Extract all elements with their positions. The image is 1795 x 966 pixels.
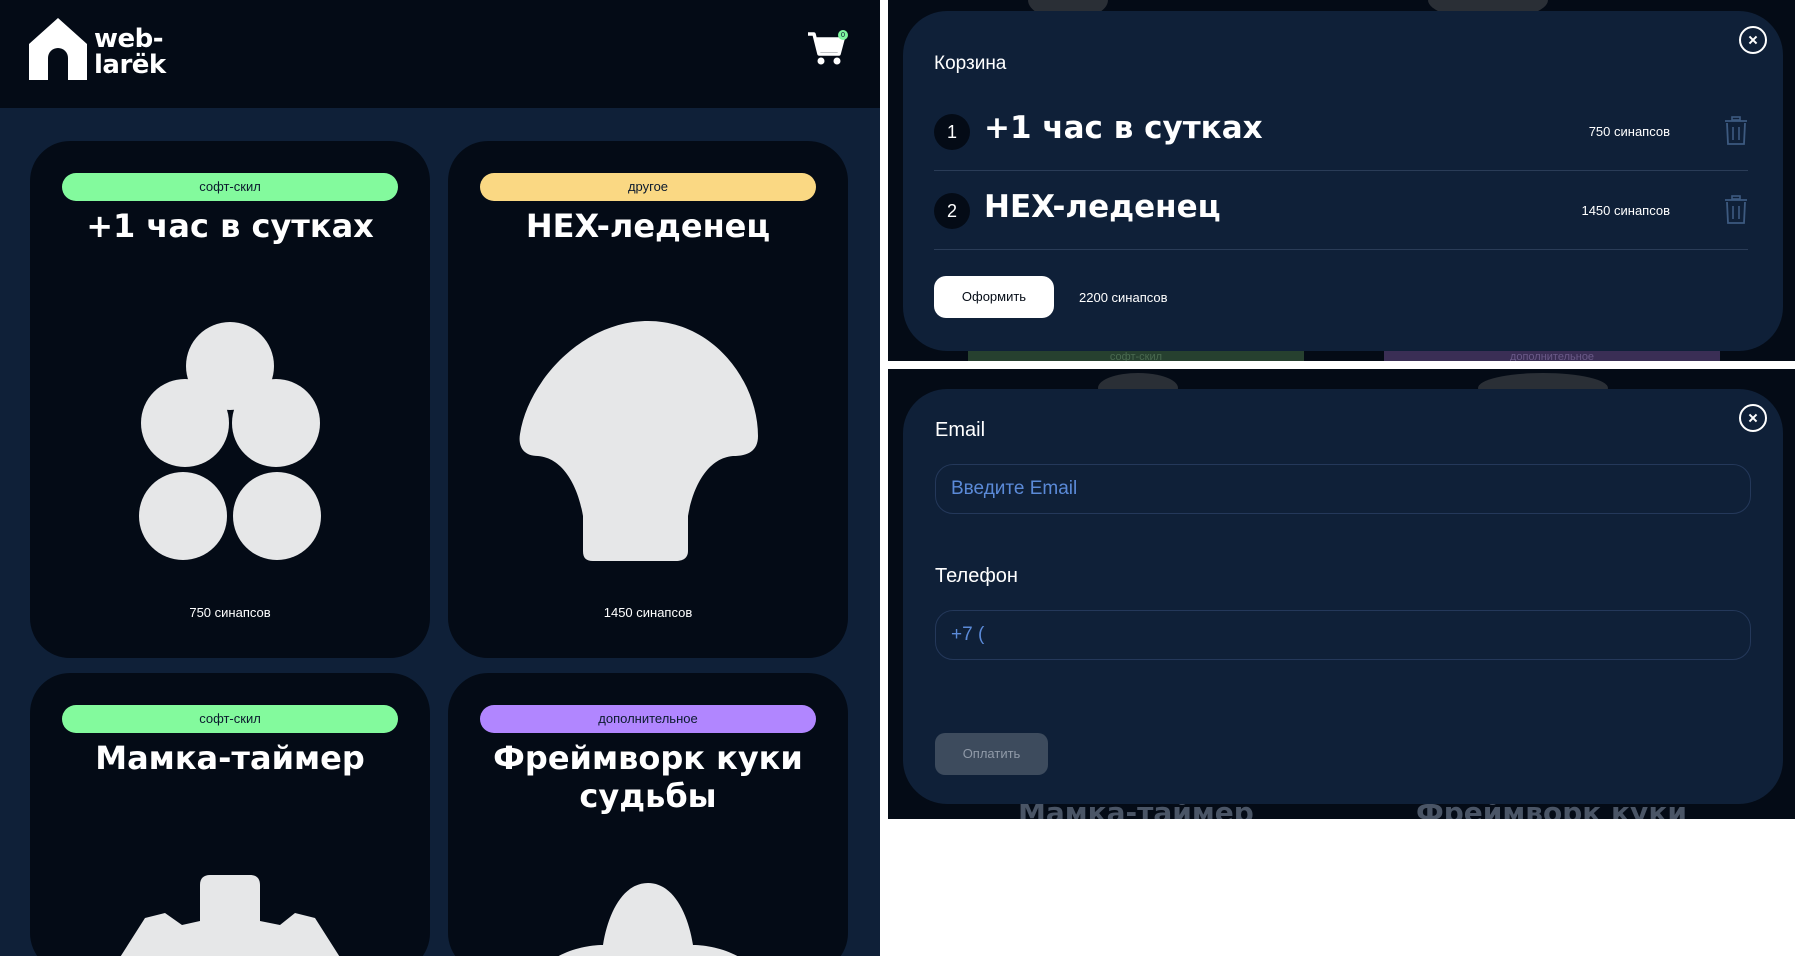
phone-field-value: +7 ( <box>951 624 985 645</box>
basket-item-price: 750 синапсов <box>1588 124 1670 139</box>
logo-line-1: web- <box>94 24 164 54</box>
basket-total: 2200 синапсов <box>1079 290 1168 305</box>
house-logo-icon <box>29 18 87 80</box>
logo-line-2: larёk <box>94 50 166 80</box>
phone-label: Телефон <box>935 565 1018 587</box>
contacts-screenshot: Мамка-таймер Фреймворк куки Email Телефо… <box>888 369 1795 819</box>
close-button[interactable] <box>1739 404 1767 432</box>
basket-item-price: 1450 синапсов <box>1581 203 1670 218</box>
modal-title: Корзина <box>934 53 1007 74</box>
logo-text: web- larёk <box>94 26 166 78</box>
gear-shape-icon <box>120 875 340 956</box>
phone-field[interactable]: +7 ( <box>935 610 1751 660</box>
card-price: 1450 синапсов <box>603 605 693 620</box>
background-category-left: софт-скил <box>968 350 1304 361</box>
basket-item-title: +1 час в сутках <box>984 110 1263 146</box>
email-label: Email <box>935 419 986 441</box>
trash-icon[interactable] <box>1724 116 1748 146</box>
basket-screenshot: софт-скил дополнительное Корзина 1 +1 ча… <box>888 0 1795 361</box>
page-header: web- larёk 0 <box>0 0 880 108</box>
card-category: софт-скил <box>62 705 398 733</box>
product-card[interactable]: другое HEX-леденец 1450 синапсов <box>448 141 848 658</box>
card-title: HEX-леденец <box>525 207 771 245</box>
product-card[interactable]: софт-скил Мамка-таймер <box>30 673 430 956</box>
pay-button[interactable]: Оплатить <box>935 733 1048 775</box>
shop-page: web- larёk 0 софт-скил +1 час в сутках 7… <box>0 0 880 956</box>
screenshot-collage: web- larёk 0 софт-скил +1 час в сутках 7… <box>0 0 1795 966</box>
basket-item: 2 HEX-леденец 1450 синапсов <box>934 171 1748 250</box>
order-button[interactable]: Оформить <box>934 276 1054 318</box>
cart-button[interactable]: 0 <box>806 28 848 68</box>
basket-item-title: HEX-леденец <box>984 189 1221 225</box>
trash-icon[interactable] <box>1724 195 1748 225</box>
basket-item: 1 +1 час в сутках 750 синапсов <box>934 92 1748 171</box>
logo[interactable]: web- larёk <box>29 18 169 80</box>
cookie-shape-icon <box>558 883 738 956</box>
five-circles-icon <box>139 322 321 560</box>
close-button[interactable] <box>1739 26 1767 54</box>
product-card[interactable]: софт-скил +1 час в сутках 750 синапсов <box>30 141 430 658</box>
card-category: другое <box>480 173 816 201</box>
product-card[interactable]: дополнительное Фреймворк куки судьбы <box>448 673 848 956</box>
background-category-right: дополнительное <box>1384 350 1720 361</box>
basket-item-index: 1 <box>934 114 970 150</box>
basket-item-index: 2 <box>934 193 970 229</box>
contacts-modal: Email Телефон +7 ( Оплатить <box>903 389 1783 804</box>
card-category: софт-скил <box>62 173 398 201</box>
card-category: дополнительное <box>480 705 816 733</box>
card-title: Мамка-таймер <box>95 739 365 777</box>
basket-modal: Корзина 1 +1 час в сутках 750 синапсов 2… <box>903 11 1783 351</box>
card-title: +1 час в сутках <box>86 207 374 245</box>
email-field[interactable] <box>935 464 1751 514</box>
card-title: Фреймворк куки судьбы <box>493 739 803 815</box>
cart-counter: 0 <box>838 30 848 40</box>
mushroom-shape-icon <box>519 321 758 561</box>
card-price: 750 синапсов <box>189 605 271 620</box>
